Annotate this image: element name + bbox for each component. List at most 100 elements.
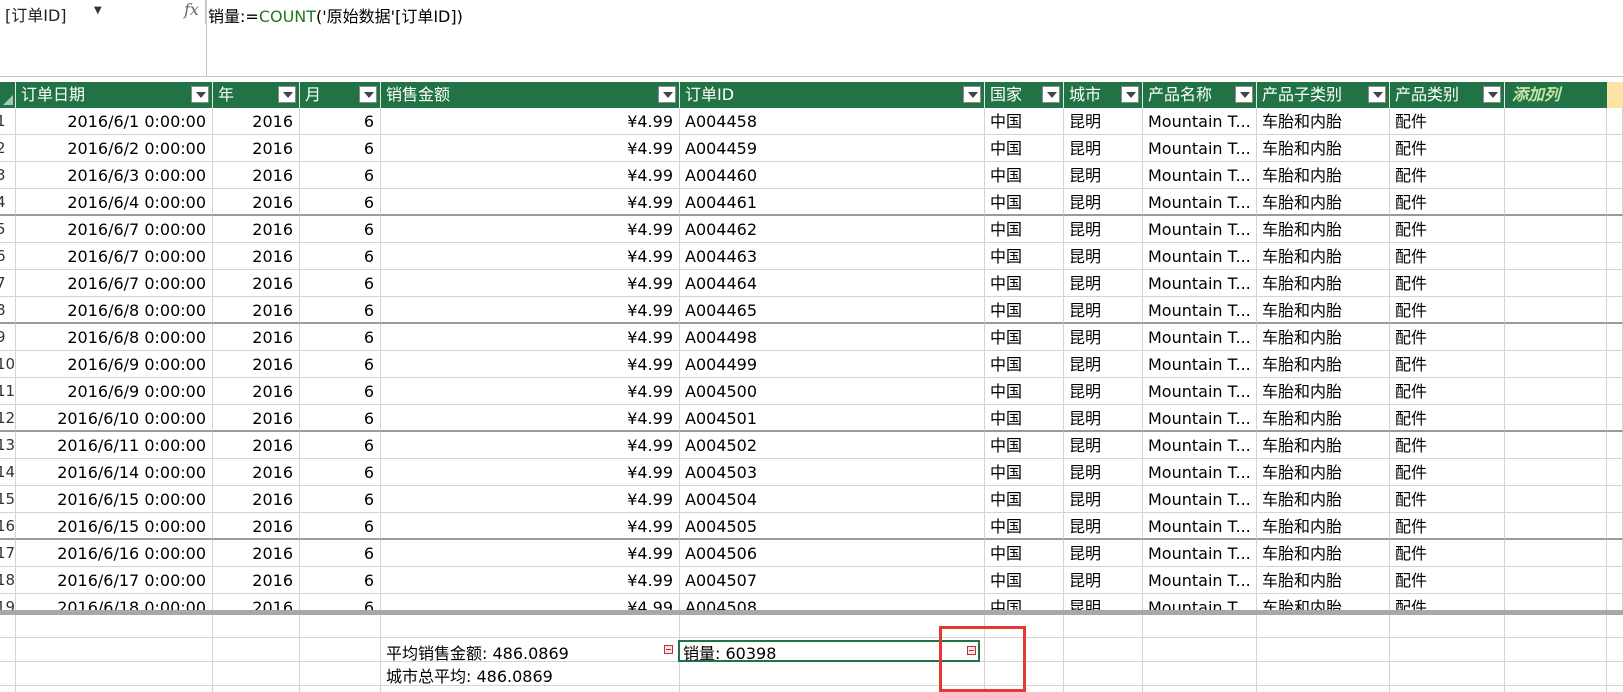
table-row[interactable]: 102016/6/9 0:00:0020166¥4.99A004499中国昆明M…: [0, 351, 1623, 378]
empty-cell[interactable]: [1505, 432, 1607, 459]
empty-cell[interactable]: [1505, 135, 1607, 162]
table-cell[interactable]: 中国: [985, 351, 1064, 378]
table-cell[interactable]: 2016/6/8 0:00:00: [16, 324, 213, 351]
formula-input[interactable]: 销量:=COUNT('原始数据'[订单ID]): [208, 3, 463, 27]
empty-cell[interactable]: [1607, 108, 1623, 135]
table-cell[interactable]: 6: [300, 189, 381, 216]
empty-cell[interactable]: [1505, 513, 1607, 540]
fx-icon[interactable]: fx: [184, 0, 199, 19]
filter-dropdown-icon[interactable]: [1042, 86, 1060, 103]
table-cell[interactable]: 中国: [985, 432, 1064, 459]
table-cell[interactable]: 中国: [985, 216, 1064, 243]
table-cell[interactable]: 2016: [213, 513, 300, 540]
table-cell[interactable]: 2016: [213, 108, 300, 135]
table-cell[interactable]: 2016/6/8 0:00:00: [16, 297, 213, 324]
empty-cell[interactable]: [1607, 162, 1623, 189]
table-cell[interactable]: 6: [300, 351, 381, 378]
table-cell[interactable]: Mountain T...: [1143, 405, 1257, 432]
table-row[interactable]: 42016/6/4 0:00:0020166¥4.99A004461中国昆明Mo…: [0, 189, 1623, 216]
empty-cell[interactable]: [1505, 594, 1607, 610]
empty-cell[interactable]: [1607, 459, 1623, 486]
table-cell[interactable]: 配件: [1390, 243, 1505, 270]
table-cell[interactable]: 6: [300, 405, 381, 432]
table-cell[interactable]: 6: [300, 432, 381, 459]
table-cell[interactable]: A004498: [680, 324, 985, 351]
table-row[interactable]: 192016/6/18 0:00:0020166¥4.99A004508中国昆明…: [0, 594, 1623, 610]
table-cell[interactable]: 配件: [1390, 486, 1505, 513]
empty-cell[interactable]: [1505, 324, 1607, 351]
empty-cell[interactable]: [1505, 351, 1607, 378]
table-cell[interactable]: 昆明: [1064, 162, 1143, 189]
filter-dropdown-icon[interactable]: [1368, 86, 1386, 103]
table-row[interactable]: 32016/6/3 0:00:0020166¥4.99A004460中国昆明Mo…: [0, 162, 1623, 189]
table-cell[interactable]: 2016/6/3 0:00:00: [16, 162, 213, 189]
table-cell[interactable]: 昆明: [1064, 324, 1143, 351]
table-cell[interactable]: 车胎和内胎: [1257, 351, 1390, 378]
table-cell[interactable]: Mountain T...: [1143, 243, 1257, 270]
empty-cell[interactable]: [1505, 540, 1607, 567]
table-cell[interactable]: 中国: [985, 594, 1064, 610]
table-cell[interactable]: 车胎和内胎: [1257, 162, 1390, 189]
table-cell[interactable]: 中国: [985, 270, 1064, 297]
table-cell[interactable]: 配件: [1390, 405, 1505, 432]
table-row[interactable]: 82016/6/8 0:00:0020166¥4.99A004465中国昆明Mo…: [0, 297, 1623, 324]
filter-dropdown-icon[interactable]: [1483, 86, 1501, 103]
empty-cell[interactable]: [1505, 270, 1607, 297]
row-number[interactable]: 3: [0, 162, 16, 189]
table-row[interactable]: 122016/6/10 0:00:0020166¥4.99A004501中国昆明…: [0, 405, 1623, 432]
table-cell[interactable]: 中国: [985, 243, 1064, 270]
table-cell[interactable]: A004502: [680, 432, 985, 459]
table-cell[interactable]: 配件: [1390, 162, 1505, 189]
empty-cell[interactable]: [1505, 378, 1607, 405]
table-cell[interactable]: 6: [300, 162, 381, 189]
table-cell[interactable]: 6: [300, 567, 381, 594]
table-cell[interactable]: 车胎和内胎: [1257, 567, 1390, 594]
filter-dropdown-icon[interactable]: [1121, 86, 1139, 103]
table-cell[interactable]: 2016/6/18 0:00:00: [16, 594, 213, 610]
chevron-down-icon[interactable]: ▼: [94, 5, 102, 16]
row-number[interactable]: 14: [0, 459, 16, 486]
table-cell[interactable]: Mountain T...: [1143, 486, 1257, 513]
table-cell[interactable]: 2016: [213, 270, 300, 297]
table-cell[interactable]: Mountain T...: [1143, 108, 1257, 135]
column-header[interactable]: 订单日期: [16, 82, 213, 108]
row-number[interactable]: 15: [0, 486, 16, 513]
table-cell[interactable]: 6: [300, 324, 381, 351]
table-cell[interactable]: 2016: [213, 162, 300, 189]
row-number[interactable]: 8: [0, 297, 16, 324]
table-cell[interactable]: A004499: [680, 351, 985, 378]
table-row[interactable]: 142016/6/14 0:00:0020166¥4.99A004503中国昆明…: [0, 459, 1623, 486]
table-cell[interactable]: 2016/6/10 0:00:00: [16, 405, 213, 432]
empty-cell[interactable]: [1607, 135, 1623, 162]
table-cell[interactable]: A004508: [680, 594, 985, 610]
table-cell[interactable]: 配件: [1390, 540, 1505, 567]
table-cell[interactable]: 6: [300, 108, 381, 135]
table-cell[interactable]: 2016/6/7 0:00:00: [16, 243, 213, 270]
table-cell[interactable]: 配件: [1390, 594, 1505, 610]
table-cell[interactable]: ¥4.99: [381, 567, 680, 594]
table-cell[interactable]: 车胎和内胎: [1257, 270, 1390, 297]
table-row[interactable]: 182016/6/17 0:00:0020166¥4.99A004507中国昆明…: [0, 567, 1623, 594]
table-cell[interactable]: A004462: [680, 216, 985, 243]
table-cell[interactable]: 配件: [1390, 567, 1505, 594]
empty-cell[interactable]: [1607, 243, 1623, 270]
column-header[interactable]: 产品子类别: [1257, 82, 1390, 108]
table-cell[interactable]: 2016: [213, 459, 300, 486]
table-cell[interactable]: 2016/6/7 0:00:00: [16, 216, 213, 243]
table-cell[interactable]: Mountain T...: [1143, 297, 1257, 324]
name-box[interactable]: [订单ID] ▼: [0, 0, 206, 25]
table-cell[interactable]: A004465: [680, 297, 985, 324]
table-cell[interactable]: A004507: [680, 567, 985, 594]
table-cell[interactable]: Mountain T...: [1143, 324, 1257, 351]
empty-cell[interactable]: [1505, 297, 1607, 324]
empty-cell[interactable]: [1607, 540, 1623, 567]
table-cell[interactable]: Mountain T...: [1143, 162, 1257, 189]
row-number[interactable]: 5: [0, 216, 16, 243]
table-cell[interactable]: ¥4.99: [381, 432, 680, 459]
table-cell[interactable]: ¥4.99: [381, 486, 680, 513]
table-cell[interactable]: 配件: [1390, 270, 1505, 297]
filter-dropdown-icon[interactable]: [359, 86, 377, 103]
table-cell[interactable]: 配件: [1390, 459, 1505, 486]
row-number[interactable]: 9: [0, 324, 16, 351]
avg-sales-measure[interactable]: 平均销售金额: 486.0869: [386, 640, 569, 664]
